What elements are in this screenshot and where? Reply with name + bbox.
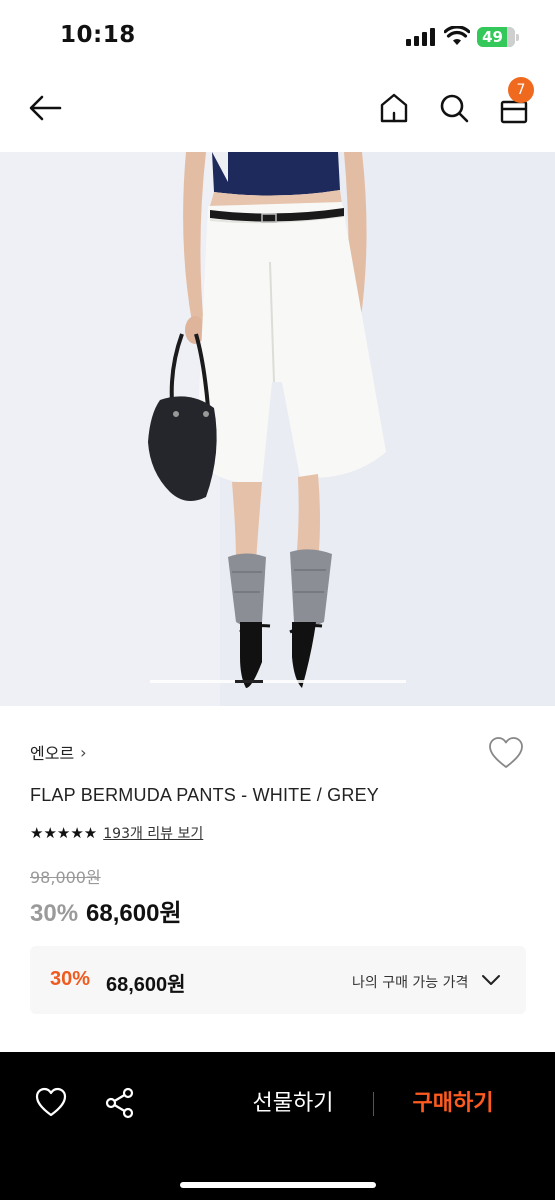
cart-count-badge: 7 [508,77,534,103]
price-row: 30% 68,600원 [30,893,182,928]
my-price-label: 나의 구매 가능 가격 [352,975,469,991]
rating-row: ★★★★★ 193개 리뷰 보기 [30,822,203,844]
home-icon[interactable] [374,88,414,128]
sale-price: 68,600원 [86,900,182,927]
heart-icon[interactable] [488,736,524,770]
cellular-signal-icon [406,28,436,46]
brand-name: 엔오르 [30,744,75,763]
product-photo [0,152,555,706]
search-icon[interactable] [434,88,474,128]
star-rating: ★★★★★ [30,824,98,842]
chevron-down-icon [482,975,500,985]
share-icon[interactable] [103,1086,137,1120]
chevron-right-icon: › [80,742,87,762]
status-time: 10:18 [60,22,136,48]
discount-rate: 30% [30,900,79,927]
gallery-progress-track [150,680,406,683]
my-discount-rate: 30% [50,968,91,990]
product-title: FLAP BERMUDA PANTS - WHITE / GREY [30,785,379,805]
gift-button[interactable]: 선물하기 [228,1086,358,1122]
wifi-icon [444,26,470,45]
battery-level: 49 [482,28,503,46]
original-price: 98,000원 [30,868,101,887]
arrow-left-icon[interactable] [26,88,66,128]
product-image[interactable] [0,152,555,706]
battery-cap [516,34,519,41]
buy-button[interactable]: 구매하기 [390,1086,516,1122]
brand-link[interactable]: 엔오르 › [30,740,87,764]
bottom-action-bar: 선물하기 구매하기 [0,1052,555,1200]
status-bar: 10:18 49 [0,0,555,70]
review-link[interactable]: 193개 리뷰 보기 [103,823,203,843]
home-indicator [180,1182,376,1188]
button-divider [373,1092,374,1116]
my-price: 68,600원 [106,974,186,996]
top-nav [0,70,555,152]
battery-icon: 49 [477,27,515,47]
my-price-dropdown[interactable]: 30% 68,600원 나의 구매 가능 가격 [30,946,526,1014]
gallery-progress-thumb [235,680,263,683]
heart-icon[interactable] [34,1086,68,1120]
